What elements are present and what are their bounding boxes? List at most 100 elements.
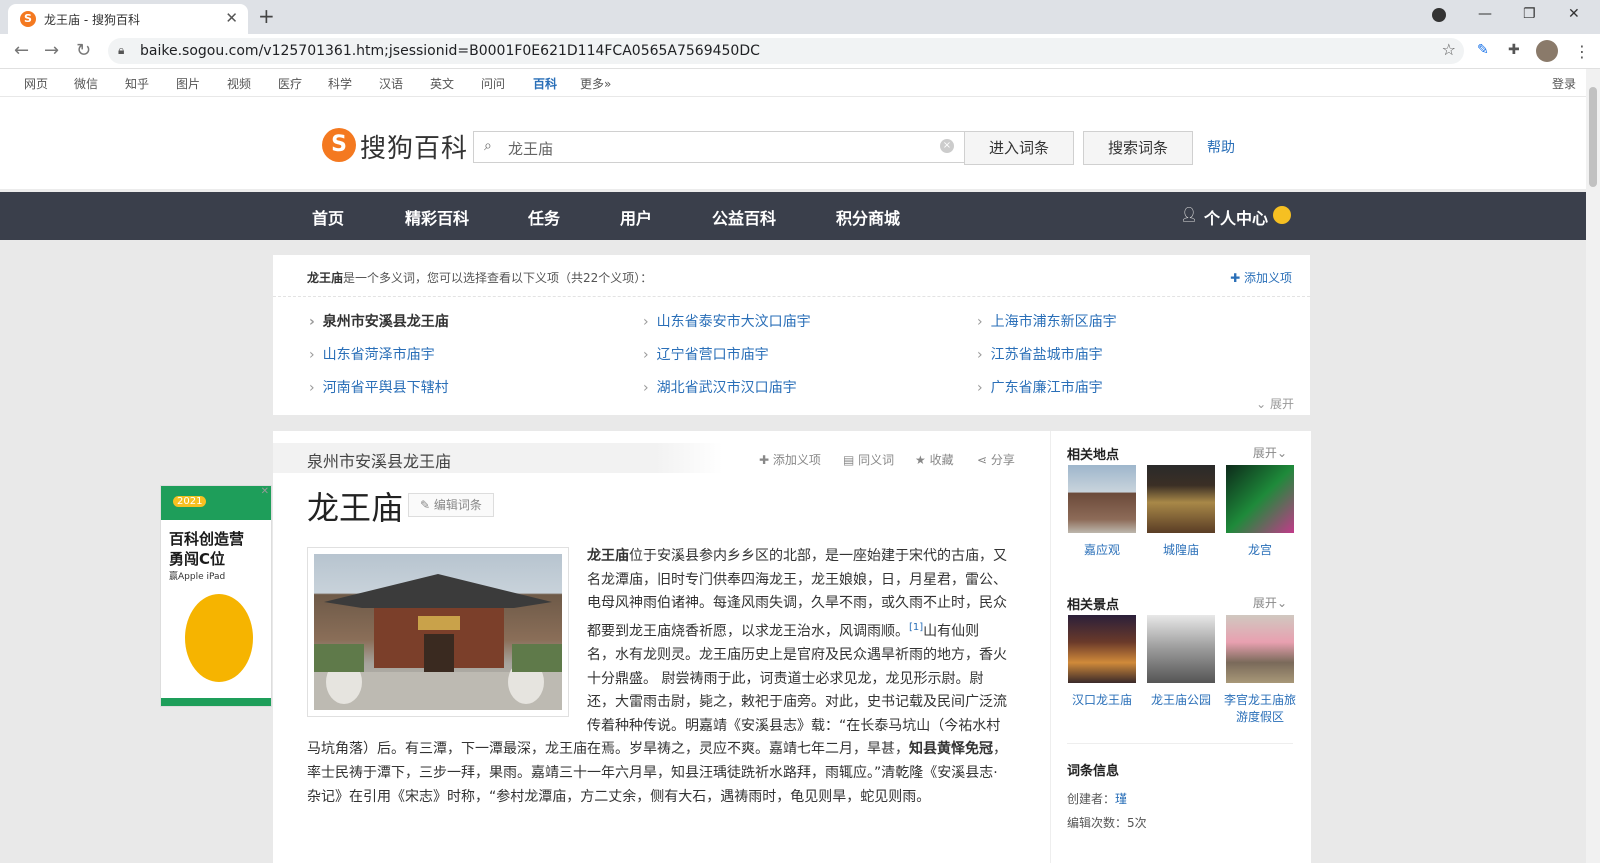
restore-icon[interactable]: ❐	[1523, 6, 1536, 22]
main-nav-featured[interactable]: 精彩百科	[405, 205, 469, 229]
article: 泉州市安溪县龙王庙 ✚ 添加义项 ▤ 同义词 ★ 收藏 ⋖ 分享 龙王庙 ✎ 编…	[273, 431, 1050, 863]
sense-link[interactable]: 泉州市安溪县龙王庙	[309, 311, 449, 331]
search-entry-button[interactable]: 搜索词条	[1083, 131, 1193, 165]
back-icon[interactable]: ←	[14, 40, 29, 61]
minimize-icon[interactable]: —	[1478, 6, 1492, 22]
ad-year: 2021	[173, 496, 207, 507]
search-box[interactable]: ⌕ ×	[473, 131, 965, 163]
nav-hanyu[interactable]: 汉语	[379, 75, 403, 92]
entry-info-title: 词条信息	[1067, 764, 1120, 779]
login-link[interactable]: 登录	[1552, 75, 1576, 92]
forward-icon[interactable]: →	[44, 40, 59, 61]
sense-link[interactable]: 山东省菏泽市庙宇	[309, 344, 435, 364]
profile-menu-icon[interactable]	[1432, 8, 1446, 22]
avatar[interactable]	[1536, 40, 1558, 62]
place-thumbnail[interactable]	[1068, 465, 1136, 533]
citation-link[interactable]: [1]	[909, 622, 923, 633]
favorite-action[interactable]: ★ 收藏	[915, 451, 954, 468]
help-link[interactable]: 帮助	[1207, 137, 1235, 157]
nav-english[interactable]: 英文	[430, 75, 454, 92]
temple-photo	[314, 554, 562, 710]
share-action[interactable]: ⋖ 分享	[977, 451, 1015, 468]
place-caption[interactable]: 城隍庙	[1141, 542, 1221, 559]
ipad-image	[185, 594, 253, 682]
main-nav-points-mall[interactable]: 积分商城	[836, 205, 900, 229]
page-scrollbar[interactable]	[1586, 69, 1600, 863]
scenic-thumbnail[interactable]	[1147, 615, 1215, 683]
article-image[interactable]	[307, 547, 569, 717]
clear-search-icon[interactable]: ×	[940, 139, 954, 153]
place-caption[interactable]: 嘉应观	[1062, 542, 1142, 559]
nav-wenwen[interactable]: 问问	[481, 75, 505, 92]
main-nav-users[interactable]: 用户	[620, 205, 652, 229]
body-bold: 知县黄怿免冠	[909, 741, 993, 758]
nav-video[interactable]: 视频	[227, 75, 251, 92]
action-label: 添加义项	[772, 453, 821, 467]
sogou-favicon-icon: S	[20, 11, 36, 27]
scenic-thumbnail[interactable]	[1068, 615, 1136, 683]
sense-link[interactable]: 江苏省盐城市庙宇	[977, 344, 1103, 364]
bookmark-star-icon[interactable]: ☆	[1442, 40, 1456, 59]
sogou-logo-icon[interactable]: S	[322, 128, 356, 162]
nav-medical[interactable]: 医疗	[278, 75, 302, 92]
puzzle-extensions-icon[interactable]: ✚	[1508, 42, 1526, 60]
edits-value: 5次	[1127, 816, 1147, 830]
scenic-caption[interactable]: 汉口龙王庙	[1062, 692, 1142, 709]
user-center-link[interactable]: 个人中心	[1204, 205, 1268, 229]
add-sense-link[interactable]: ✚ 添加义项	[1230, 269, 1292, 286]
related-places-title: 相关地点	[1067, 448, 1120, 463]
place-caption[interactable]: 龙宫	[1220, 542, 1300, 559]
nav-more[interactable]: 更多»	[580, 75, 611, 92]
new-tab-icon[interactable]: +	[258, 4, 275, 28]
place-thumbnail[interactable]	[1147, 465, 1215, 533]
nav-images[interactable]: 图片	[176, 75, 200, 92]
edit-entry-button[interactable]: ✎ 编辑词条	[408, 493, 494, 517]
main-nav-tasks[interactable]: 任务	[528, 205, 560, 229]
scenic-caption[interactable]: 龙王庙公园	[1141, 692, 1221, 709]
expand-senses-link[interactable]: ⌄ 展开	[1256, 395, 1294, 412]
browser-tab[interactable]: S 龙王庙 - 搜狗百科 ✕	[8, 4, 248, 34]
sense-link[interactable]: 山东省泰安市大汶口庙宇	[643, 311, 811, 331]
add-sense-action[interactable]: ✚ 添加义项	[759, 451, 821, 468]
related-scenic-expand[interactable]: 展开⌄	[1253, 594, 1287, 611]
nav-web[interactable]: 网页	[24, 75, 48, 92]
scrollbar-thumb[interactable]	[1589, 87, 1597, 187]
scenic-caption[interactable]: 李官龙王庙旅游度假区	[1220, 692, 1300, 726]
site-logo-text[interactable]: 搜狗百科	[360, 128, 468, 165]
lock-icon[interactable]: 🔒︎	[118, 43, 124, 58]
search-input[interactable]	[506, 136, 930, 160]
ad-line-2: 勇闯C位	[169, 550, 226, 568]
main-nav-home[interactable]: 首页	[312, 205, 344, 229]
related-places-expand[interactable]: 展开⌄	[1253, 444, 1287, 461]
sense-link[interactable]: 湖北省武汉市汉口庙宇	[643, 377, 797, 397]
search-icon: ⌕	[484, 138, 492, 154]
url-text[interactable]: baike.sogou.com/v125701361.htm;jsessioni…	[140, 43, 760, 59]
divider	[1067, 743, 1293, 744]
browser-menu-icon[interactable]: ⋮	[1574, 42, 1590, 61]
nav-science[interactable]: 科学	[328, 75, 352, 92]
creator-link[interactable]: 瑾	[1115, 792, 1127, 806]
divider	[273, 296, 1310, 297]
creator-row: 创建者：瑾	[1067, 790, 1127, 807]
sense-link[interactable]: 辽宁省营口市庙宇	[643, 344, 769, 364]
main-nav-charity[interactable]: 公益百科	[712, 205, 776, 229]
close-window-icon[interactable]: ✕	[1568, 6, 1580, 22]
synonym-action[interactable]: ▤ 同义词	[843, 451, 894, 468]
reload-icon[interactable]: ↻	[76, 40, 91, 61]
nav-weixin[interactable]: 微信	[74, 75, 98, 92]
promo-ad[interactable]: 2021 ✕ 百科创造营 勇闯C位 赢Apple iPad	[160, 485, 272, 707]
close-ad-icon[interactable]: ✕	[261, 486, 269, 497]
nav-zhihu[interactable]: 知乎	[125, 75, 149, 92]
sense-link[interactable]: 河南省平舆县下辖村	[309, 377, 449, 397]
ad-line-3: 赢Apple iPad	[169, 572, 226, 582]
place-thumbnail[interactable]	[1226, 465, 1294, 533]
close-tab-icon[interactable]: ✕	[225, 9, 238, 27]
enter-entry-button[interactable]: 进入词条	[964, 131, 1074, 165]
extension-icon[interactable]: ✎	[1477, 42, 1495, 60]
nav-baike[interactable]: 百科	[533, 75, 557, 92]
address-bar[interactable]: 🔒︎ baike.sogou.com/v125701361.htm;jsessi…	[108, 38, 1464, 64]
ad-line-1: 百科创造营	[169, 530, 245, 548]
sense-link[interactable]: 广东省廉江市庙宇	[977, 377, 1103, 397]
scenic-thumbnail[interactable]	[1226, 615, 1294, 683]
sense-link[interactable]: 上海市浦东新区庙宇	[977, 311, 1117, 331]
